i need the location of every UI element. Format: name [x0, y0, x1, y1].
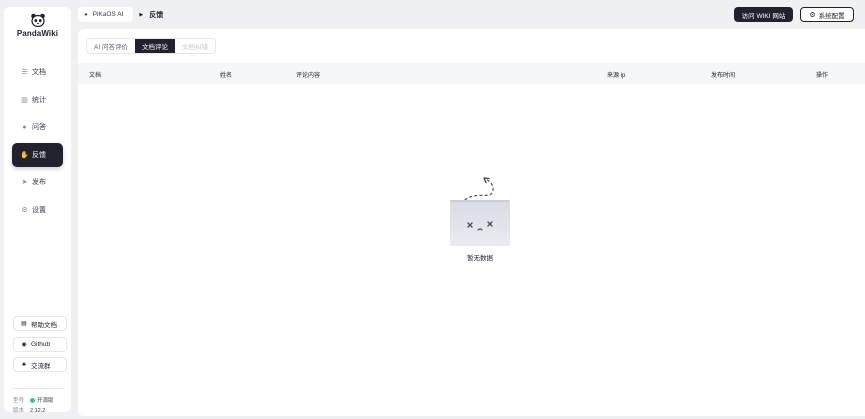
- help-docs-button[interactable]: ▤ 帮助文档: [13, 316, 67, 331]
- sidebar-item-label: 设置: [32, 206, 46, 214]
- sidebar-item-label: 反馈: [32, 151, 46, 159]
- tab-doc-corrections: 文档纠错: [174, 39, 215, 53]
- sidebar-nav: ☰ 文档 ▥ 统计 ● 问答 ✋ 反馈 ➤ 发布 ⚙ 设置: [12, 60, 63, 225]
- project-name: PiKaOS AI: [92, 11, 124, 18]
- empty-state: 暂无数据: [440, 172, 520, 262]
- edition-row: 型号 开源版: [13, 396, 54, 406]
- community-group-button[interactable]: ♣ 交流群: [13, 357, 67, 372]
- github-button[interactable]: ◉ Github: [13, 336, 67, 352]
- panda-logo-icon: [30, 13, 45, 27]
- sidebar-divider: [12, 388, 63, 389]
- version-value: 2.12.2: [30, 408, 46, 414]
- column-header-publish-time: 发布时间: [711, 73, 736, 79]
- version-row: 版本 2.12.2: [13, 406, 54, 416]
- column-header-document: 文档: [89, 73, 102, 79]
- group-icon: ♣: [22, 361, 26, 368]
- sidebar-item-docs[interactable]: ☰ 文档: [12, 60, 63, 84]
- page-title: 反馈: [149, 11, 164, 19]
- document-icon: ☰: [21, 69, 28, 76]
- empty-state-text: 暂无数据: [467, 255, 493, 262]
- github-icon: ◉: [21, 341, 27, 348]
- status-dot-icon: [30, 397, 36, 403]
- breadcrumb: ◕ PiKaOS AI ▶ 反馈: [78, 7, 163, 22]
- gear-icon: ⚙: [809, 11, 816, 19]
- column-header-source-ip: 来源 ip: [607, 73, 626, 79]
- visit-wiki-button[interactable]: 访问 WIKI 网站: [734, 7, 793, 22]
- help-docs-label: 帮助文档: [31, 321, 57, 329]
- empty-box-icon: [450, 177, 510, 246]
- bar-chart-icon: ▥: [21, 96, 28, 104]
- project-selector[interactable]: ◕ PiKaOS AI: [78, 7, 134, 22]
- sidebar-item-settings[interactable]: ⚙ 设置: [12, 198, 63, 222]
- logo[interactable]: PandaWiki: [4, 13, 71, 38]
- send-icon: ➤: [21, 179, 28, 186]
- column-header-actions: 操作: [816, 73, 829, 79]
- hand-icon: ✋: [20, 151, 29, 159]
- sidebar-item-label: 问答: [32, 124, 46, 131]
- version-info: 型号 开源版 版本 2.12.2: [13, 396, 54, 416]
- tab-doc-comments[interactable]: 文档评论: [134, 39, 175, 53]
- logo-text: PandaWiki: [16, 29, 59, 38]
- column-header-name: 姓名: [220, 73, 233, 79]
- tab-ai-qa-rating[interactable]: AI 问答评价: [87, 39, 135, 53]
- edition-value: 开源版: [37, 398, 54, 404]
- sidebar-item-label: 发布: [32, 179, 46, 186]
- feedback-tabs: AI 问答评价 文档评论 文档纠错: [86, 38, 216, 54]
- main-panel: AI 问答评价 文档评论 文档纠错 文档 姓名 评论内容 来源 ip 发布时间 …: [78, 29, 865, 416]
- sidebar-links: ▤ 帮助文档 ◉ Github ♣ 交流群: [13, 316, 67, 378]
- table-header: 文档 姓名 评论内容 来源 ip 发布时间 操作: [78, 63, 865, 84]
- github-label: Github: [31, 340, 51, 348]
- sidebar: PandaWiki ☰ 文档 ▥ 统计 ● 问答 ✋ 反馈 ➤ 发布 ⚙ 设置 …: [4, 7, 71, 414]
- chat-icon: ●: [22, 123, 27, 131]
- sidebar-item-label: 统计: [32, 96, 46, 104]
- gear-icon: ⚙: [21, 206, 28, 214]
- column-header-comment: 评论内容: [296, 73, 321, 79]
- sidebar-item-qa[interactable]: ● 问答: [12, 115, 63, 139]
- breadcrumb-arrow-icon: ▶: [139, 11, 144, 18]
- sidebar-item-label: 文档: [32, 69, 46, 76]
- sidebar-item-publish[interactable]: ➤ 发布: [12, 170, 63, 194]
- doc-icon: ▤: [21, 321, 27, 327]
- system-settings-label: 系统配置: [818, 12, 845, 20]
- system-settings-button[interactable]: ⚙ 系统配置: [800, 7, 854, 22]
- project-logo-icon: ◕: [84, 11, 88, 18]
- sidebar-item-stats[interactable]: ▥ 统计: [12, 88, 63, 112]
- version-label: 版本: [13, 408, 25, 414]
- community-group-label: 交流群: [31, 362, 51, 370]
- edition-label: 型号: [13, 398, 25, 404]
- sidebar-item-feedback[interactable]: ✋ 反馈: [12, 142, 63, 167]
